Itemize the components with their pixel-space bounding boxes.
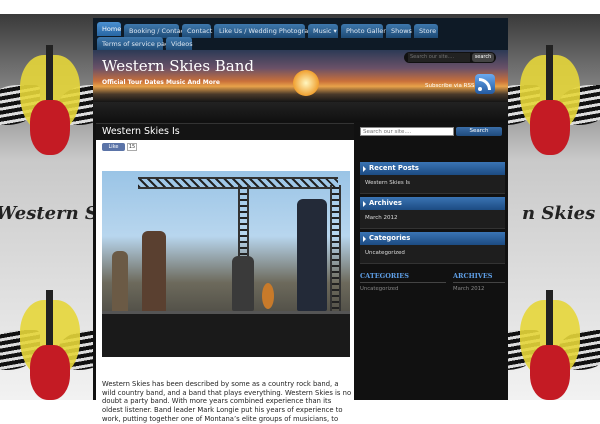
- footer-categories: CATEGORIES Uncategorized: [360, 272, 446, 292]
- sidebar: Search Recent Posts Western Skies Is Arc…: [358, 123, 506, 400]
- site-tagline: Official Tour Dates Music And More: [102, 79, 220, 86]
- header-search-button[interactable]: search: [472, 53, 494, 62]
- nav-photo-gallery[interactable]: Photo Gallery: [341, 24, 390, 38]
- categories-list: Uncategorized: [360, 245, 505, 264]
- background-logo-text-right: n Skies: [522, 203, 596, 224]
- nav-store[interactable]: Store: [414, 24, 438, 38]
- footer-category-link[interactable]: Uncategorized: [360, 286, 446, 292]
- site-header: Western Skies Band Official Tour Dates M…: [93, 50, 508, 102]
- archives-list: March 2012: [360, 210, 505, 229]
- nav-terms-of-service[interactable]: Terms of service page: [97, 37, 173, 51]
- header-search-input[interactable]: [408, 53, 470, 62]
- arrow-right-icon: [363, 166, 366, 172]
- background-logo-text-left: Western S: [0, 203, 98, 224]
- rss-icon[interactable]: [475, 74, 495, 94]
- recent-posts-list: Western Skies Is: [360, 175, 505, 194]
- widget-title: Archives: [369, 199, 402, 207]
- nav-shows[interactable]: Shows: [386, 24, 412, 38]
- nav-music-dropdown[interactable]: Music ▾: [308, 24, 338, 38]
- rss-subscribe-link[interactable]: Subscribe via RSS: [425, 83, 474, 89]
- guitar-wings-graphic-bottom-right: [485, 290, 600, 420]
- archive-link[interactable]: March 2012: [365, 215, 398, 221]
- band-photo: [102, 171, 350, 357]
- arrow-right-icon: [363, 236, 366, 242]
- categories-heading[interactable]: Categories: [360, 232, 505, 245]
- header-search: search: [404, 52, 496, 63]
- post-title[interactable]: Western Skies Is: [102, 126, 180, 137]
- recent-post-link[interactable]: Western Skies Is: [365, 180, 410, 186]
- nav-booking-contact[interactable]: Booking / Contact: [124, 24, 187, 38]
- footer-categories-title: CATEGORIES: [360, 272, 446, 283]
- sidebar-search-button[interactable]: Search: [456, 127, 502, 136]
- page-container: Home Booking / Contact Contact Like Us /…: [93, 18, 508, 423]
- nav-like-us-wedding-photography[interactable]: Like Us / Wedding Photography: [214, 24, 320, 38]
- post-content: Like 15 Western Skies has been described…: [96, 140, 354, 423]
- guitar-wings-graphic-bottom-left: [0, 290, 112, 420]
- nav-videos[interactable]: Videos: [166, 37, 193, 51]
- footer-archives: ARCHIVES March 2012: [453, 272, 505, 292]
- facebook-like-count: 15: [127, 143, 137, 151]
- post-body-text: Western Skies has been described by some…: [102, 380, 352, 423]
- stage-floor: [102, 311, 350, 357]
- nav-home[interactable]: Home: [97, 22, 121, 36]
- post-header: Western Skies Is: [96, 123, 354, 141]
- widget-title: Categories: [369, 234, 411, 242]
- guitar-wings-graphic-top-left: [0, 45, 112, 175]
- footer-archives-title: ARCHIVES: [453, 272, 505, 283]
- category-link[interactable]: Uncategorized: [365, 250, 405, 256]
- widget-title: Recent Posts: [369, 164, 419, 172]
- site-title[interactable]: Western Skies Band: [102, 57, 254, 75]
- archives-heading[interactable]: Archives: [360, 197, 505, 210]
- header-divider-strip: [93, 102, 508, 122]
- recent-posts-heading[interactable]: Recent Posts: [360, 162, 505, 175]
- footer-archive-link[interactable]: March 2012: [453, 286, 505, 292]
- sunset-graphic: [293, 70, 319, 96]
- arrow-right-icon: [363, 201, 366, 207]
- guitar-wings-graphic-top-right: [485, 45, 600, 175]
- nav-contact[interactable]: Contact: [182, 24, 212, 38]
- facebook-like-button[interactable]: Like: [102, 143, 125, 151]
- main-navigation: Home Booking / Contact Contact Like Us /…: [93, 18, 508, 51]
- sidebar-search-input[interactable]: [360, 127, 454, 136]
